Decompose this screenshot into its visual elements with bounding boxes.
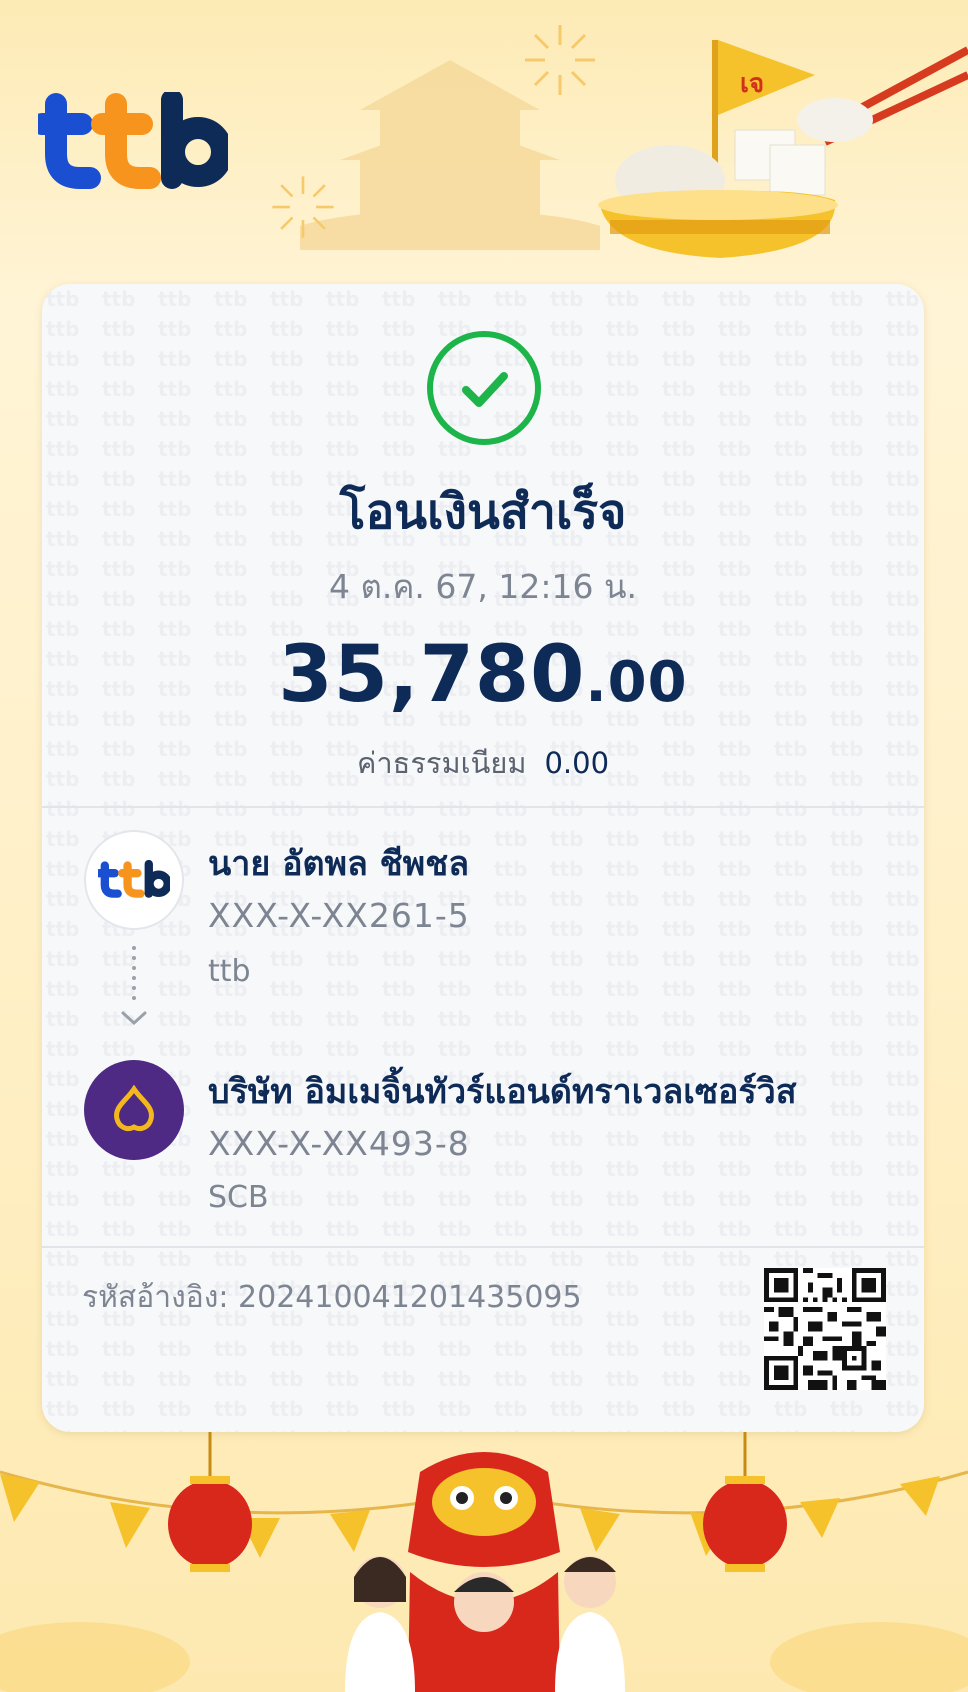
fee-row: ค่าธรรมเนียม 0.00 xyxy=(42,740,924,786)
scb-logo-icon xyxy=(114,1085,154,1132)
fee-value: 0.00 xyxy=(544,746,610,780)
receiver-bank: SCB xyxy=(208,1180,269,1215)
transfer-dots xyxy=(132,946,136,1000)
check-circle-icon xyxy=(427,331,541,445)
receiver-bank-avatar xyxy=(84,1060,184,1160)
receiver-name: บริษัท อิมเมจิ้นทัวร์แอนด์ทราเวลเซอร์วิส xyxy=(208,1072,797,1112)
sender-name: นาย อัตพล ชีพชล xyxy=(208,844,470,884)
flag-label: เจ xyxy=(740,69,764,99)
chevron-down-icon xyxy=(121,1011,147,1026)
divider xyxy=(42,806,924,808)
receiver-account: XXX-X-XX493-8 xyxy=(208,1124,470,1163)
transaction-datetime: 4 ต.ค. 67, 12:16 น. xyxy=(328,567,638,606)
divider xyxy=(42,1246,924,1248)
sender-account: XXX-X-XX261-5 xyxy=(208,896,470,935)
ttb-logo xyxy=(38,92,228,189)
transfer-amount: 35,780.00 xyxy=(42,630,924,720)
temple-illustration xyxy=(300,60,600,250)
ttb-logo-icon xyxy=(98,860,170,898)
receipt-card: ttb โอนเงินสำเร็จ 4 ต.ค. 67, 12:16 น. 35… xyxy=(42,284,924,1432)
sender-bank: ttb xyxy=(208,954,251,989)
reference-number: รหัสอ้างอิง: 2024100412014350​95 xyxy=(82,1280,582,1315)
firework-icon xyxy=(272,176,334,238)
firework-icon xyxy=(525,25,595,95)
fee-label: ค่าธรรมเนียม xyxy=(356,746,527,780)
festival-bunting-illustration xyxy=(0,1432,968,1692)
amount-decimal: .00 xyxy=(585,650,688,715)
status-title: โอนเงินสำเร็จ xyxy=(339,484,627,540)
dumpling-bowl-illustration: เจ xyxy=(598,40,968,258)
sender-bank-avatar xyxy=(84,830,184,930)
amount-main: 35,780 xyxy=(278,630,586,720)
qr-code-icon[interactable] xyxy=(764,1268,886,1390)
